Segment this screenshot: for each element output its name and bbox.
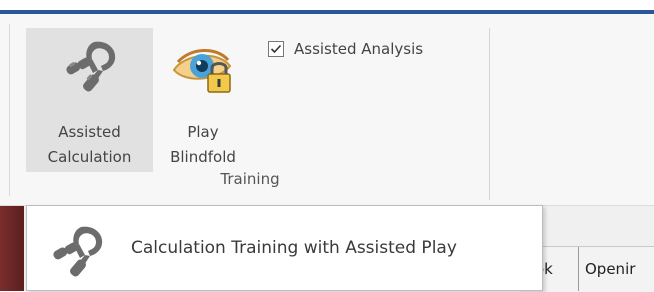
tab-openings[interactable]: Openir <box>578 247 654 291</box>
play-blindfold-label: Play Blindfold <box>170 123 236 166</box>
chessboard-edge <box>0 206 24 291</box>
hand-grip-icon <box>47 222 107 282</box>
tooltip: Calculation Training with Assisted Play <box>26 205 543 291</box>
assisted-calculation-button[interactable]: Assisted Calculation <box>26 28 153 172</box>
play-blindfold-button[interactable]: Play Blindfold <box>153 28 253 172</box>
checkbox-box[interactable] <box>268 41 284 57</box>
assisted-analysis-label: Assisted Analysis <box>294 40 424 58</box>
eye-lock-icon <box>153 40 253 93</box>
check-icon <box>270 44 282 54</box>
hand-grip-icon <box>26 40 153 92</box>
assisted-analysis-checkbox[interactable]: Assisted Analysis <box>268 38 423 60</box>
tooltip-text: Calculation Training with Assisted Play <box>131 238 457 258</box>
title-bar <box>0 0 654 14</box>
ribbon-left-divider <box>9 24 10 196</box>
assisted-calculation-label: Assisted Calculation <box>47 123 132 166</box>
training-group-label: Training <box>220 170 280 188</box>
group-divider <box>489 28 490 200</box>
ribbon-panel: Assisted Calculation Play Blindfold Assi… <box>0 14 654 206</box>
